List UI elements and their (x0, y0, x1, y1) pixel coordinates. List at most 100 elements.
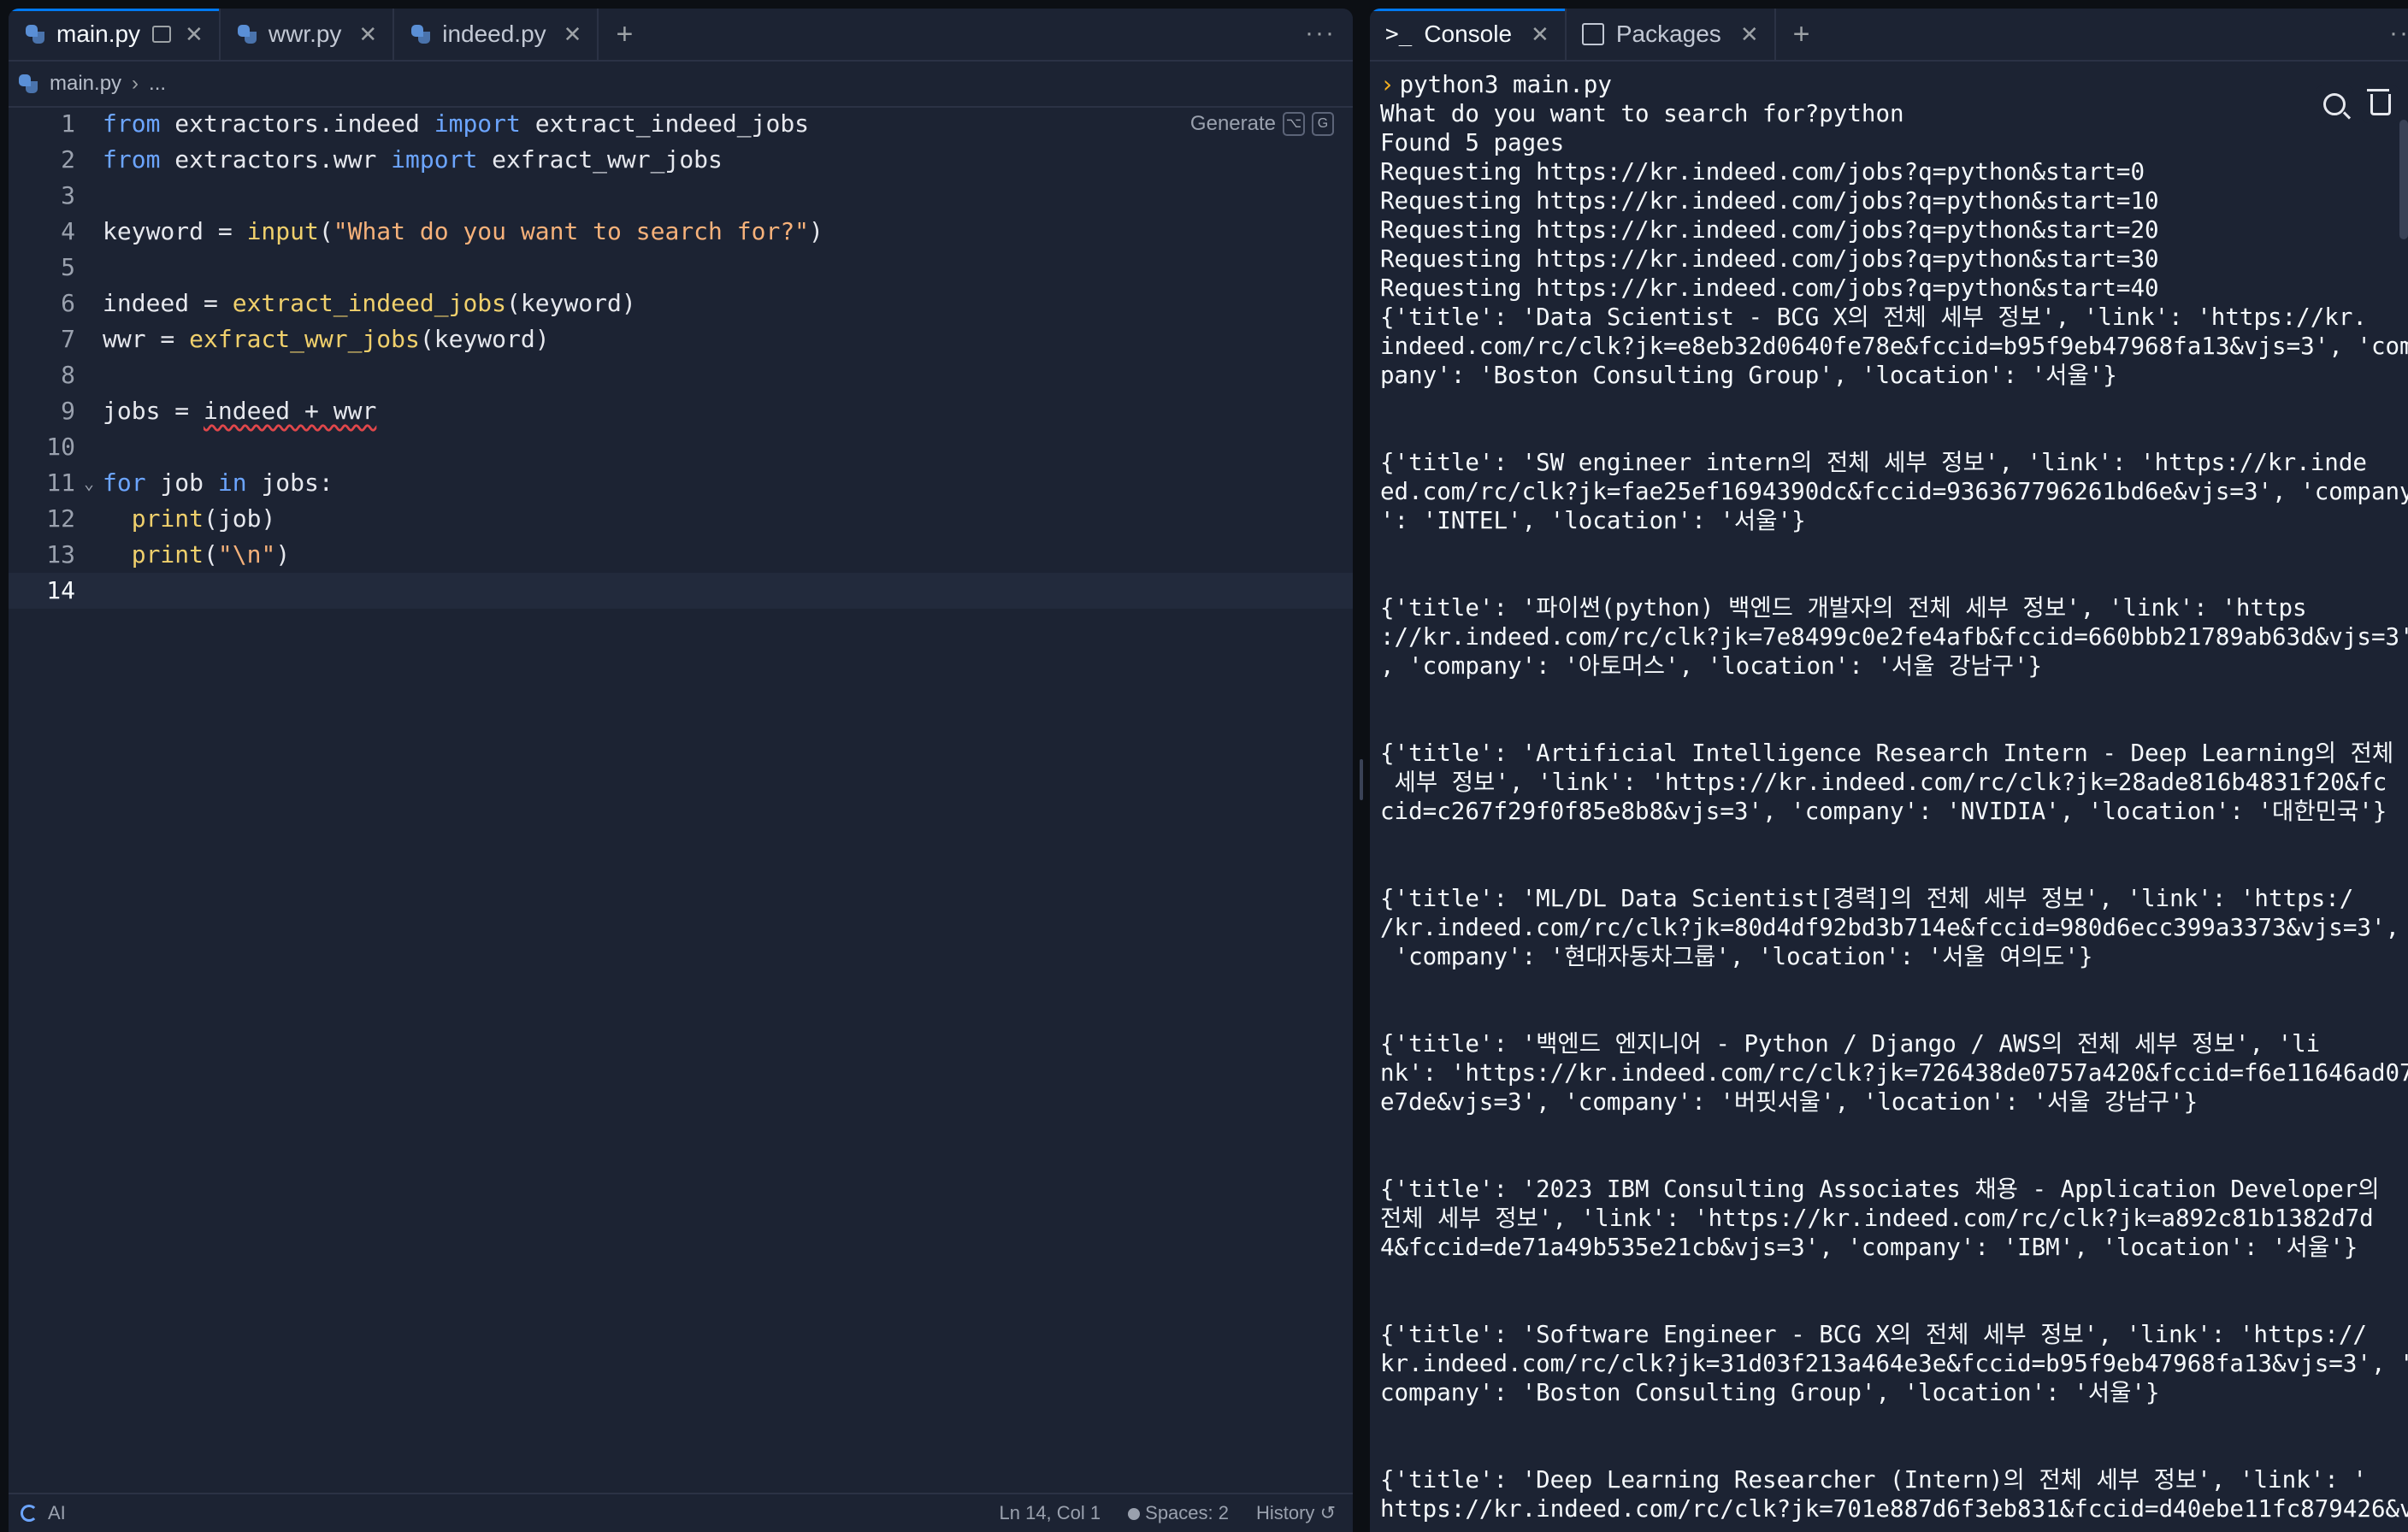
tab-wwr-py[interactable]: wwr.py ✕ (221, 9, 395, 60)
console-output[interactable]: › python3 main.py What do you want to sea… (1370, 60, 2408, 1532)
code-text: from extractors.indeed import extract_in… (75, 106, 809, 142)
console-scrollbar[interactable] (2399, 120, 2408, 239)
new-tab-plus-icon[interactable]: + (599, 18, 650, 51)
split-view-icon[interactable] (152, 26, 172, 43)
code-token: exfract_wwr_jobs (189, 325, 420, 353)
new-tab-plus-icon[interactable]: + (1776, 18, 1827, 51)
tab-label: indeed.py (442, 21, 546, 47)
code-line[interactable]: 13 print("\n") (9, 537, 1353, 573)
tab-indeed-py[interactable]: indeed.py ✕ (394, 9, 599, 60)
code-token: (job) (204, 504, 276, 533)
code-token: "What do you want to search for?" (333, 217, 810, 245)
console-line: 세부 정보', 'link': 'https://kr.indeed.com/r… (1380, 769, 2387, 796)
code-line[interactable]: 14 Generate ⌥ G (9, 112, 1353, 609)
search-icon (2323, 93, 2346, 115)
code-line[interactable]: 12 print(job) (9, 501, 1353, 537)
console-line: indeed.com/rc/clk?jk=e8eb32d0640fe78e&fc… (1380, 333, 2408, 360)
console-command: python3 main.py (1399, 71, 1612, 98)
console-line: /kr.indeed.com/rc/clk?jk=80d4df92bd3b714… (1380, 914, 2400, 941)
line-number: 8 (61, 361, 75, 389)
code-line[interactable]: 1 from extractors.indeed import extract_i… (9, 106, 1353, 142)
close-icon[interactable]: ✕ (358, 21, 377, 48)
resize-handle[interactable] (1360, 759, 1363, 800)
tab-packages[interactable]: Packages ✕ (1567, 9, 1776, 60)
spaces-label: Spaces: 2 (1145, 1502, 1229, 1523)
console-line: Requesting https://kr.indeed.com/jobs?q=… (1380, 158, 2145, 186)
code-line[interactable]: 6 indeed = extract_indeed_jobs(keyword) (9, 286, 1353, 321)
code-editor[interactable]: 1 from extractors.indeed import extract_i… (9, 106, 1353, 1494)
line-number: 9 (61, 397, 75, 425)
code-line[interactable]: 11 ⌄ for job in jobs: (9, 465, 1353, 501)
clear-console-button[interactable] (2362, 85, 2399, 123)
cursor-position[interactable]: Ln 14, Col 1 (1000, 1502, 1101, 1524)
history-button[interactable]: History ↺ (1256, 1502, 1336, 1524)
code-token: keyword = (103, 217, 247, 245)
fold-chevron-icon[interactable]: ⌄ (84, 465, 94, 501)
code-text: print("\n") (75, 537, 290, 573)
console-line: 'company': '현대자동차그룹', 'location': '서울 여의… (1380, 943, 2093, 970)
pane-divider[interactable] (1353, 0, 1370, 1532)
package-icon (1581, 23, 1604, 45)
console-line: {'title': 'Software Engineer - BCG X의 전체… (1380, 1321, 2367, 1348)
line-number: 13 (46, 540, 75, 569)
code-line[interactable]: 2 from extractors.wwr import exfract_wwr_… (9, 142, 1353, 178)
code-line[interactable]: 9 jobs = indeed + wwr (9, 393, 1353, 429)
code-line[interactable]: 7 wwr = exfract_wwr_jobs(keyword) (9, 321, 1353, 357)
more-options-icon[interactable]: ··· (1305, 19, 1336, 48)
code-token: from (103, 145, 161, 174)
indentation-setting[interactable]: Spaces: 2 (1128, 1502, 1229, 1524)
console-pane: >_ Console ✕ Packages ✕ + ··· ›python3 m… (1370, 9, 2408, 1532)
trash-icon (2367, 88, 2391, 115)
tab-label: Console (1424, 21, 1513, 47)
editor-tabbar: main.py ✕ wwr.py ✕ indeed.py ✕ + ··· (9, 9, 1353, 62)
breadcrumb-rest[interactable]: ... (149, 72, 166, 96)
line-number: 5 (61, 253, 75, 281)
close-icon[interactable]: ✕ (185, 21, 204, 48)
tab-main-py[interactable]: main.py ✕ (9, 9, 221, 60)
generate-label: Generate (1189, 112, 1276, 135)
shortcut-key: G (1312, 112, 1334, 136)
indent-icon (1128, 1508, 1141, 1521)
console-line: e7de&vjs=3', 'company': '버핏서울', 'locatio… (1380, 1088, 2198, 1116)
console-line: ed.com/rc/clk?jk=fae25ef1694390dc&fccid=… (1380, 478, 2408, 505)
close-icon[interactable]: ✕ (1740, 21, 1759, 48)
code-token: ) (809, 217, 823, 245)
console-line: {'title': 'ML/DL Data Scientist[경력]의 전체 … (1380, 885, 2354, 912)
code-text: keyword = input("What do you want to sea… (75, 214, 823, 250)
code-token: (keyword) (419, 325, 550, 353)
console-line: Requesting https://kr.indeed.com/jobs?q=… (1380, 187, 2159, 215)
code-line[interactable]: 4 keyword = input("What do you want to se… (9, 214, 1353, 250)
code-line[interactable]: 5 (9, 250, 1353, 286)
close-icon[interactable]: ✕ (1531, 21, 1549, 48)
code-line[interactable]: 10 (9, 429, 1353, 465)
console-line: {'title': 'Data Scientist - BCG X의 전체 세부… (1380, 303, 2367, 331)
line-number: 7 (61, 325, 75, 353)
breadcrumb-file[interactable]: main.py (50, 72, 121, 96)
search-button[interactable] (2316, 85, 2353, 123)
code-token: (keyword) (506, 289, 636, 317)
line-number: 6 (61, 289, 75, 317)
code-line[interactable]: 8 (9, 357, 1353, 393)
code-line[interactable]: 3 (9, 178, 1353, 214)
more-options-icon[interactable]: ··· (2389, 19, 2408, 48)
generate-hint[interactable]: Generate ⌥ G (1190, 106, 1334, 142)
status-right: Ln 14, Col 1 Spaces: 2 History ↺ (1000, 1502, 1354, 1524)
line-number: 3 (61, 181, 75, 209)
code-token: indeed = (103, 289, 233, 317)
close-icon[interactable]: ✕ (564, 21, 582, 48)
code-text: print(job) (75, 501, 276, 537)
console-line: What do you want to search for?python (1380, 100, 1904, 127)
code-text: indeed = extract_indeed_jobs(keyword) (75, 286, 636, 321)
tab-console[interactable]: >_ Console ✕ (1370, 9, 1567, 60)
ai-status[interactable]: AI (21, 1502, 66, 1524)
